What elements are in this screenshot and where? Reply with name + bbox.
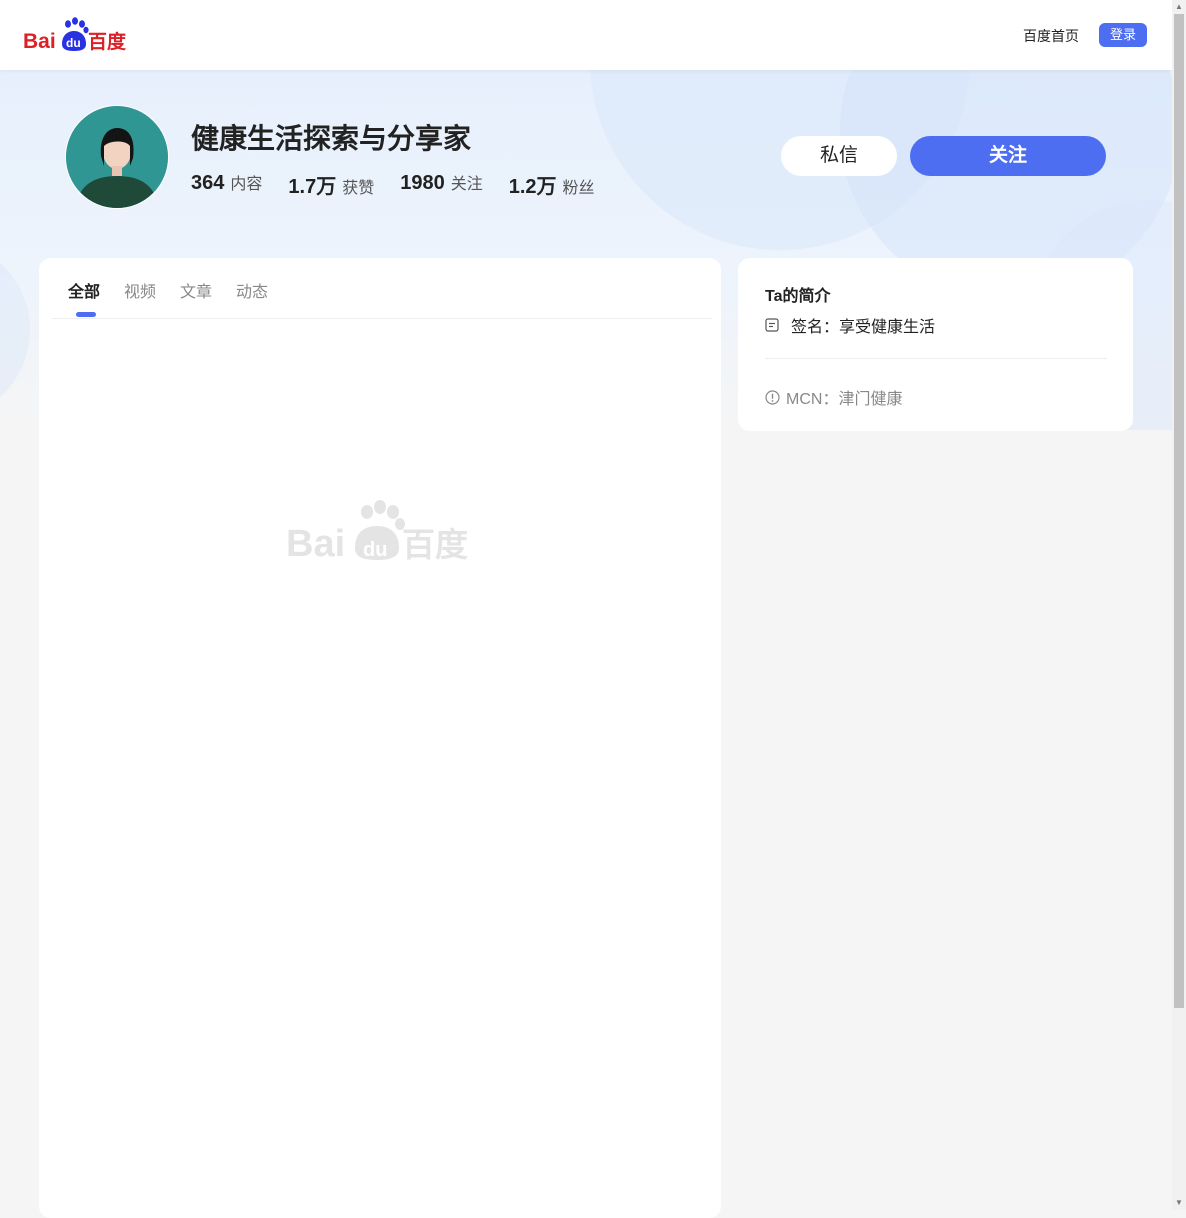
signature-text: 签名：享受健康生活 [791,319,936,336]
active-tab-indicator [76,312,96,317]
intro-title: Ta的简介 [765,288,831,305]
profile-name: 健康生活探索与分享家 [191,123,472,154]
stat-number: 364 [191,172,225,194]
stat-label: 粉丝 [562,180,595,197]
scrollbar-thumb[interactable] [1174,14,1184,1008]
svg-text:百度: 百度 [402,525,468,564]
stat-label: 关注 [450,176,483,193]
scroll-up-arrow-icon[interactable]: ▲ [1172,0,1186,14]
svg-text:Bai: Bai [286,523,345,564]
svg-text:百度: 百度 [88,30,127,53]
stat-content[interactable]: 364 内容 [191,170,262,199]
follow-button[interactable]: 关注 [910,136,1106,176]
baidu-placeholder-logo: Bai du 百度 [286,500,468,564]
message-button[interactable]: 私信 [781,136,897,176]
info-icon[interactable] [765,389,780,405]
scroll-down-arrow-icon[interactable]: ▼ [1172,1196,1186,1210]
tab-dynamic[interactable]: 动态 [236,278,268,302]
tab-all[interactable]: 全部 [68,278,100,302]
stat-fans[interactable]: 1.2万 粉丝 [509,170,595,199]
login-button[interactable]: 登录 [1099,23,1147,47]
content-panel: 全部 视频 文章 动态 Bai du 百度 [39,258,721,1218]
tab-article[interactable]: 文章 [180,278,212,302]
stat-following[interactable]: 1980 关注 [400,170,483,199]
profile-stats: 364 内容 1.7万 获赞 1980 关注 1.2万 粉丝 [191,170,621,199]
content-tabs: 全部 视频 文章 动态 [68,278,292,302]
stat-likes[interactable]: 1.7万 获赞 [288,170,374,199]
mcn-row: MCN：津门健康 [765,385,902,409]
top-bar: Bai du 百度 百度首页 登录 [0,0,1172,70]
svg-text:Bai: Bai [23,30,56,53]
tabs-divider [52,318,712,319]
intro-panel: Ta的简介 签名：享受健康生活 MCN：津门健康 [738,258,1133,431]
svg-text:du: du [363,539,387,561]
stat-label: 获赞 [342,180,375,197]
svg-text:du: du [66,36,81,50]
stat-label: 内容 [230,176,263,193]
note-icon [765,318,779,332]
baidu-logo[interactable]: Bai du 百度 [22,16,130,54]
tab-video[interactable]: 视频 [124,278,156,302]
avatar[interactable] [65,105,169,209]
stat-number: 1.2万 [508,176,557,198]
stat-number: 1.7万 [288,176,337,198]
intro-divider [765,358,1107,359]
mcn-text: MCN：津门健康 [786,391,903,408]
baidu-home-link[interactable]: 百度首页 [1023,26,1079,46]
page-scrollbar[interactable]: ▲ ▼ [1172,0,1186,1210]
signature-row: 签名：享受健康生活 [765,313,935,337]
stat-number: 1980 [400,172,445,194]
